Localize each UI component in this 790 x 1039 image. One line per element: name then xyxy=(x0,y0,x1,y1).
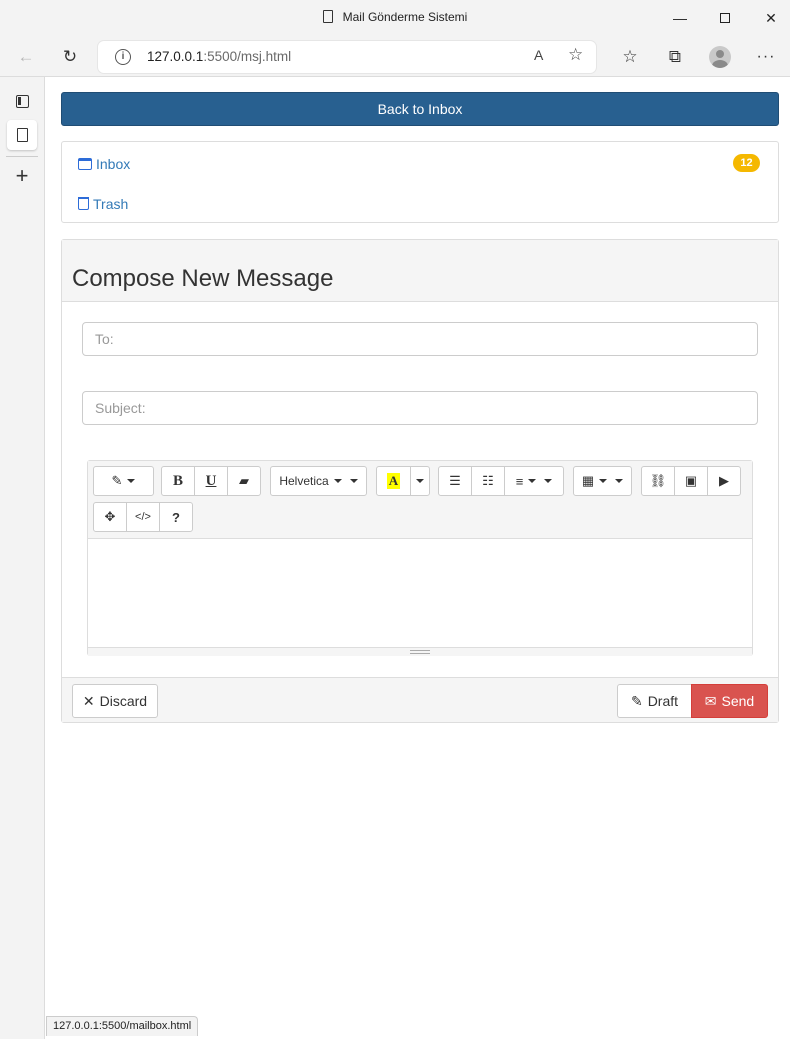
info-icon[interactable]: i xyxy=(115,49,131,65)
font-family-dropdown[interactable]: Helvetica xyxy=(270,466,367,496)
reload-icon[interactable]: ↻ xyxy=(56,43,84,71)
magic-wand-icon: ✎ xyxy=(111,473,123,488)
more-menu-icon[interactable]: ··· xyxy=(752,43,780,71)
discard-label: Discard xyxy=(99,693,148,709)
envelope-icon: ✉ xyxy=(704,692,717,709)
url-host: 127.0.0.1 xyxy=(147,49,204,64)
inbox-count-badge: 12 xyxy=(733,154,760,172)
add-favorite-icon[interactable]: ☆ xyxy=(568,45,583,65)
compose-footer: ✕ Discard ✎ Draft ✉ Send xyxy=(62,677,778,722)
unordered-list-icon[interactable]: ☰ xyxy=(438,466,472,496)
draft-button[interactable]: ✎ Draft xyxy=(617,684,692,718)
trash-icon xyxy=(78,197,89,210)
window-title: Mail Gönderme Sistemi xyxy=(342,10,468,24)
ordered-list-icon[interactable]: ☷ xyxy=(471,466,505,496)
subject-input[interactable] xyxy=(82,391,758,425)
folder-inbox-link[interactable]: Inbox xyxy=(78,156,130,172)
collections-icon[interactable]: ⧉ xyxy=(661,43,689,71)
editor-content-area[interactable] xyxy=(88,540,752,646)
align-icon: ≡ xyxy=(515,473,524,489)
paragraph-align-dropdown[interactable]: ≡ xyxy=(504,466,564,496)
window-titlebar: Mail Gönderme Sistemi — ✕ xyxy=(0,0,790,36)
font-family-value: Helvetica xyxy=(279,474,329,488)
url-path: :5500/msj.html xyxy=(203,49,292,64)
inbox-tray-icon xyxy=(78,158,92,170)
send-button[interactable]: ✉ Send xyxy=(691,684,768,718)
folder-inbox-label: Inbox xyxy=(96,156,131,172)
x-icon: ✕ xyxy=(82,692,95,709)
tab-actions-icon[interactable] xyxy=(7,86,37,116)
back-arrow-icon[interactable]: ← xyxy=(12,43,40,71)
text-color-button[interactable]: A xyxy=(376,466,411,496)
to-input[interactable] xyxy=(82,322,758,356)
style-magic-wand-dropdown[interactable]: ✎ xyxy=(93,466,154,496)
help-icon[interactable]: ? xyxy=(159,502,193,532)
send-label: Send xyxy=(721,693,755,709)
pencil-icon: ✎ xyxy=(630,692,643,709)
compose-heading: Compose New Message xyxy=(72,265,334,292)
rich-text-editor: ✎ B U ▰ Helvetica A ☰ ☷ ≡ ▦ ⛓ ▣ ▶ ✥ </> … xyxy=(87,460,753,656)
bold-button[interactable]: B xyxy=(161,466,195,496)
page-content: Back to Inbox Inbox 12 Trash Compose New… xyxy=(46,77,790,1039)
url-text[interactable]: 127.0.0.1:5500/msj.html xyxy=(147,49,291,64)
color-dropdown-caret[interactable] xyxy=(410,466,430,496)
resize-grip-icon[interactable] xyxy=(410,650,430,654)
read-aloud-icon[interactable]: A xyxy=(534,47,543,63)
favorites-icon[interactable]: ☆ xyxy=(616,43,644,71)
status-bar-url: 127.0.0.1:5500/mailbox.html xyxy=(46,1016,199,1036)
divider xyxy=(6,156,38,157)
discard-button[interactable]: ✕ Discard xyxy=(72,684,158,718)
editor-toolbar: ✎ B U ▰ Helvetica A ☰ ☷ ≡ ▦ ⛓ ▣ ▶ ✥ </> … xyxy=(88,461,752,539)
address-bar[interactable]: i 127.0.0.1:5500/msj.html A ☆ xyxy=(98,41,596,73)
maximize-button[interactable] xyxy=(713,6,737,30)
compose-panel: Compose New Message ✎ B U ▰ Helvetica A xyxy=(61,239,779,723)
active-tab-page-icon[interactable] xyxy=(7,120,37,150)
eraser-icon[interactable]: ▰ xyxy=(227,466,261,496)
video-icon[interactable]: ▶ xyxy=(707,466,741,496)
table-dropdown[interactable]: ▦ xyxy=(573,466,632,496)
vertical-tab-strip: + xyxy=(0,77,45,1039)
page-icon xyxy=(322,10,333,23)
text-color-icon: A xyxy=(386,473,401,489)
fullscreen-icon[interactable]: ✥ xyxy=(93,502,127,532)
close-button[interactable]: ✕ xyxy=(759,6,783,30)
underline-button[interactable]: U xyxy=(194,466,228,496)
minimize-button[interactable]: — xyxy=(668,6,692,30)
table-icon: ▦ xyxy=(581,473,595,488)
new-tab-plus-icon[interactable]: + xyxy=(7,161,37,191)
link-icon[interactable]: ⛓ xyxy=(641,466,675,496)
browser-toolbar: ← ↻ i 127.0.0.1:5500/msj.html A ☆ ☆ ⧉ ··… xyxy=(0,36,790,77)
folder-list: Inbox 12 Trash xyxy=(61,141,779,223)
picture-icon[interactable]: ▣ xyxy=(674,466,708,496)
code-view-icon[interactable]: </> xyxy=(126,502,160,532)
compose-header: Compose New Message xyxy=(62,240,778,302)
folder-trash-link[interactable]: Trash xyxy=(78,196,128,212)
profile-avatar[interactable] xyxy=(706,43,734,71)
draft-label: Draft xyxy=(647,693,679,709)
back-to-inbox-button[interactable]: Back to Inbox xyxy=(61,92,779,126)
editor-resize-bar[interactable] xyxy=(88,647,752,656)
folder-trash-label: Trash xyxy=(93,196,129,212)
